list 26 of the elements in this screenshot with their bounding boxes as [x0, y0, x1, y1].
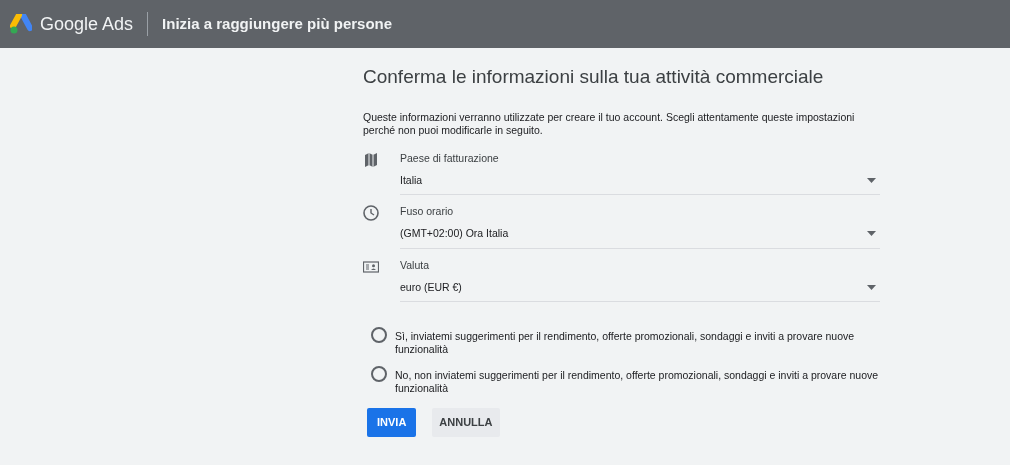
field-label: Paese di fatturazione	[400, 150, 500, 166]
submit-button[interactable]: INVIA	[367, 408, 417, 438]
option-label: No, non inviatemi suggerimenti per il rendimento, offerte promozionali, sondaggi e inviti a provare nuove funzionalità	[395, 369, 880, 396]
dropdown-caret-icon	[867, 177, 876, 183]
selected-value: Italia	[400, 172, 423, 188]
radio-button[interactable]	[371, 327, 387, 344]
field-label: Fuso orario	[400, 204, 455, 220]
select-field[interactable]: euro (EUR €)	[400, 279, 880, 303]
radio-button[interactable]	[371, 366, 387, 383]
map-icon	[363, 151, 379, 168]
id-card-icon	[363, 258, 379, 275]
description: Queste informazioni verranno utilizzate per creare il tuo account. Scegli attentamente queste impostazioni perché non puoi modificarle in seguito.	[363, 110, 856, 137]
logo-icon	[10, 14, 32, 34]
brand-name: Google Ads	[32, 12, 149, 36]
option-label: Sì, inviatemi suggerimenti per il rendimento, offerte promozionali, sondaggi e inviti a provare nuove funzionalità	[395, 330, 856, 357]
dropdown-caret-icon	[867, 231, 876, 237]
select-field[interactable]: (GMT+02:00) Ora Italia	[400, 226, 880, 249]
dropdown-caret-icon	[867, 284, 876, 290]
selected-value: (GMT+02:00) Ora Italia	[400, 226, 509, 242]
selected-value: euro (EUR €)	[400, 279, 462, 295]
cancel-button[interactable]: ANNULLA	[432, 408, 500, 438]
clock-icon	[363, 205, 379, 222]
select-field[interactable]: Italia	[400, 172, 880, 196]
page-heading: Conferma le informazioni sulla tua attività commerciale	[363, 66, 825, 89]
header-title: Inizia a raggiungere più persone	[161, 13, 393, 34]
field-label: Valuta	[400, 257, 430, 273]
